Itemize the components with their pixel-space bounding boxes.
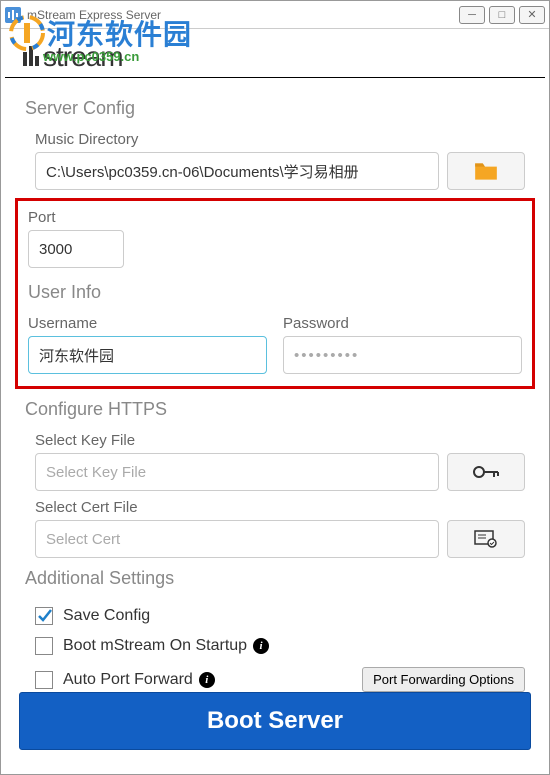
cert-file-input[interactable]	[35, 520, 439, 558]
maximize-button[interactable]: □	[489, 6, 515, 24]
key-icon	[472, 464, 500, 480]
password-label: Password	[283, 315, 522, 332]
username-label: Username	[28, 315, 267, 332]
highlighted-section: Port User Info Username Password	[15, 198, 535, 389]
https-title: Configure HTTPS	[25, 399, 525, 420]
user-info-title: User Info	[28, 282, 522, 303]
select-cert-button[interactable]	[447, 520, 525, 558]
port-forwarding-options-button[interactable]: Port Forwarding Options	[362, 667, 525, 692]
browse-folder-button[interactable]	[447, 152, 525, 190]
minimize-button[interactable]: ─	[459, 6, 485, 24]
port-label: Port	[28, 209, 522, 226]
save-config-label: Save Config	[63, 607, 150, 625]
close-button[interactable]: ✕	[519, 6, 545, 24]
info-icon[interactable]: i	[199, 672, 215, 688]
folder-icon	[473, 160, 499, 182]
save-config-checkbox[interactable]	[35, 607, 53, 625]
key-file-input[interactable]	[35, 453, 439, 491]
check-icon	[36, 608, 52, 624]
cert-file-label: Select Cert File	[35, 499, 525, 516]
boot-startup-checkbox[interactable]	[35, 637, 53, 655]
username-input[interactable]	[28, 336, 267, 374]
app-icon	[5, 7, 21, 23]
titlebar: mStream Express Server ─ □ ✕	[1, 1, 549, 29]
app-logo-text: mstreamstream	[23, 41, 123, 72]
music-dir-label: Music Directory	[35, 131, 525, 148]
key-file-label: Select Key File	[35, 432, 525, 449]
server-config-title: Server Config	[25, 98, 525, 119]
certificate-icon	[474, 530, 498, 548]
auto-port-checkbox[interactable]	[35, 671, 53, 689]
boot-server-button[interactable]: Boot Server	[19, 692, 531, 750]
boot-startup-label: Boot mStream On Startup	[63, 637, 247, 655]
window-title: mStream Express Server	[27, 8, 459, 22]
auto-port-label: Auto Port Forward	[63, 671, 193, 689]
password-input[interactable]	[283, 336, 522, 374]
music-dir-input[interactable]	[35, 152, 439, 190]
select-key-button[interactable]	[447, 453, 525, 491]
logo-bar: mstreamstream	[5, 33, 545, 78]
info-icon[interactable]: i	[253, 638, 269, 654]
port-input[interactable]	[28, 230, 124, 268]
additional-title: Additional Settings	[25, 568, 525, 589]
